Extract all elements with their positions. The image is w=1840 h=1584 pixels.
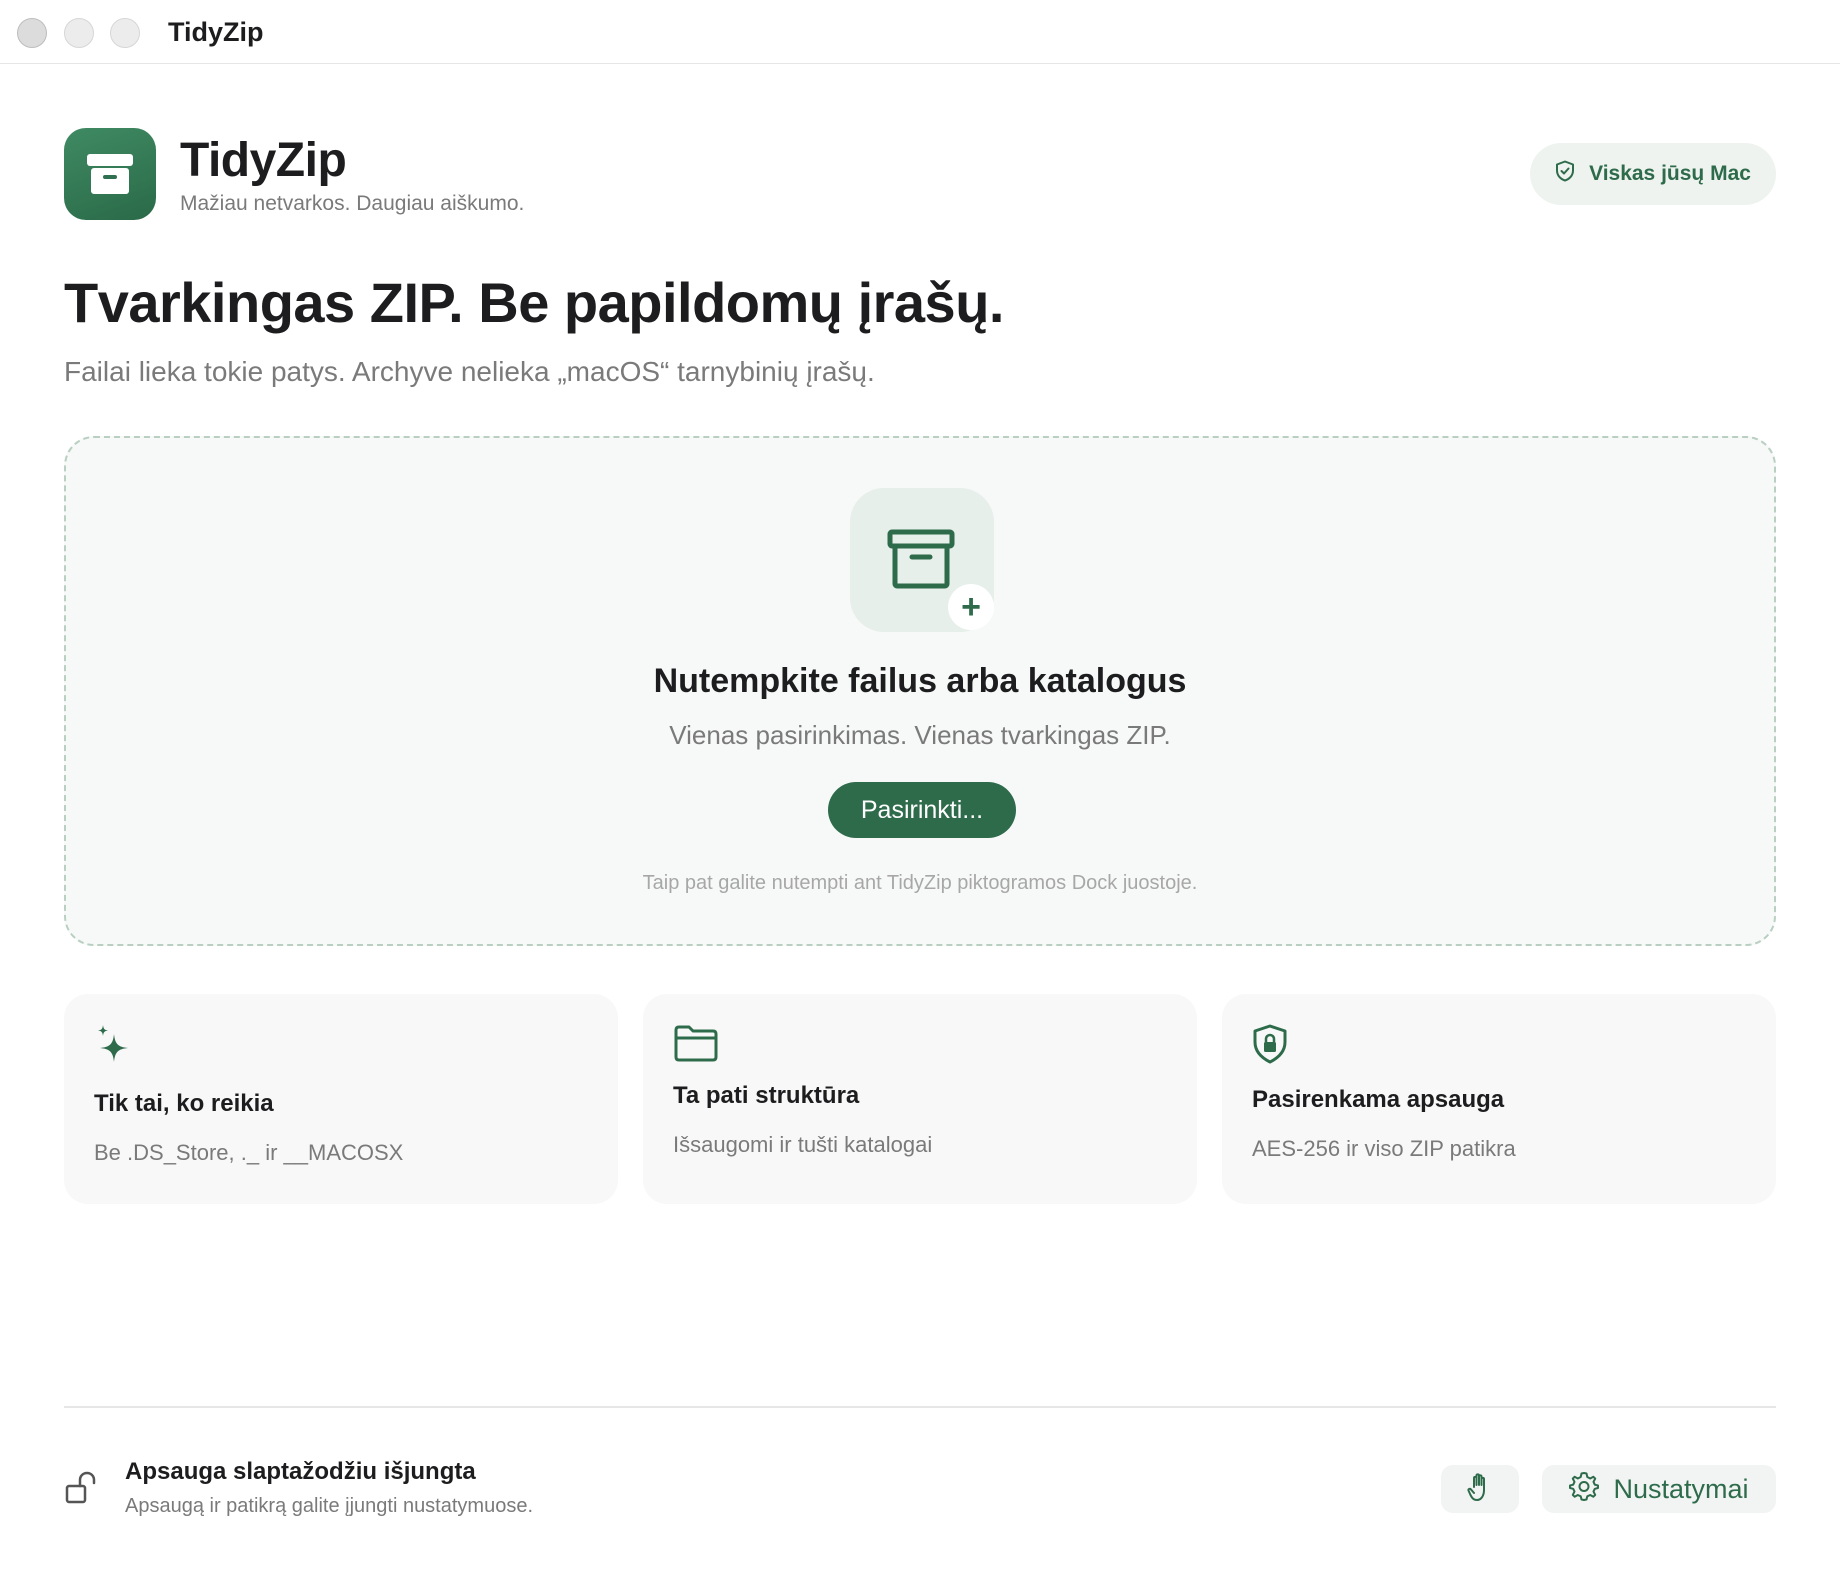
settings-button[interactable]: Nustatymai — [1542, 1465, 1776, 1513]
feature-card: Ta pati struktūra Išsaugomi ir tušti kat… — [643, 994, 1197, 1204]
drop-zone-title: Nutempkite failus arba katalogus — [653, 662, 1187, 700]
shield-check-icon — [1555, 160, 1575, 188]
minimize-window-button[interactable] — [64, 18, 94, 48]
sparkles-icon — [94, 1024, 134, 1073]
privacy-badge[interactable]: Viskas jūsų Mac — [1530, 143, 1776, 205]
feature-card: Tik tai, ko reikia Be .DS_Store, ._ ir _… — [64, 994, 618, 1204]
file-drop-zone[interactable]: + Nutempkite failus arba katalogus Viena… — [64, 436, 1776, 946]
app-name: TidyZip — [180, 134, 347, 187]
feature-title: Tik tai, ko reikia — [94, 1090, 274, 1117]
password-status-subtitle: Apsaugą ir patikrą galite įjungti nustat… — [125, 1495, 534, 1517]
feature-description: Be .DS_Store, ._ ir __MACOSX — [94, 1140, 404, 1165]
app-logo-icon — [64, 128, 156, 220]
window-title: TidyZip — [168, 17, 264, 47]
title-bar: TidyZip — [0, 0, 1840, 64]
page-headline: Tvarkingas ZIP. Be papildomų įrašų. — [64, 271, 1004, 334]
zoom-window-button[interactable] — [110, 18, 140, 48]
feature-title: Ta pati struktūra — [673, 1082, 860, 1109]
hand-button[interactable] — [1441, 1465, 1519, 1513]
feature-description: Išsaugomi ir tušti katalogai — [673, 1132, 933, 1157]
shield-lock-icon — [1252, 1024, 1288, 1069]
gear-icon — [1569, 1471, 1600, 1508]
settings-button-label: Nustatymai — [1613, 1473, 1749, 1504]
page-subheadline: Failai lieka tokie patys. Archyve neliek… — [64, 356, 875, 387]
drop-zone-hint: Taip pat galite nutempti ant TidyZip pik… — [642, 872, 1198, 894]
feature-title: Pasirenkama apsauga — [1252, 1086, 1505, 1113]
drop-zone-subtitle: Vienas pasirinkimas. Vienas tvarkingas Z… — [669, 720, 1171, 750]
hand-icon — [1467, 1472, 1493, 1507]
plus-icon: + — [948, 584, 994, 630]
privacy-badge-label: Viskas jūsų Mac — [1589, 162, 1751, 185]
password-status-title: Apsauga slaptažodžiu išjungta — [125, 1458, 476, 1485]
folder-icon — [673, 1024, 719, 1067]
feature-card: Pasirenkama apsauga AES-256 ir viso ZIP … — [1222, 994, 1776, 1204]
footer-divider — [64, 1406, 1776, 1408]
close-window-button[interactable] — [17, 18, 47, 48]
feature-description: AES-256 ir viso ZIP patikra — [1252, 1136, 1516, 1161]
choose-files-button[interactable]: Pasirinkti... — [828, 782, 1016, 838]
unlocked-lock-icon — [64, 1470, 100, 1511]
app-tagline: Mažiau netvarkos. Daugiau aiškumo. — [180, 192, 525, 215]
